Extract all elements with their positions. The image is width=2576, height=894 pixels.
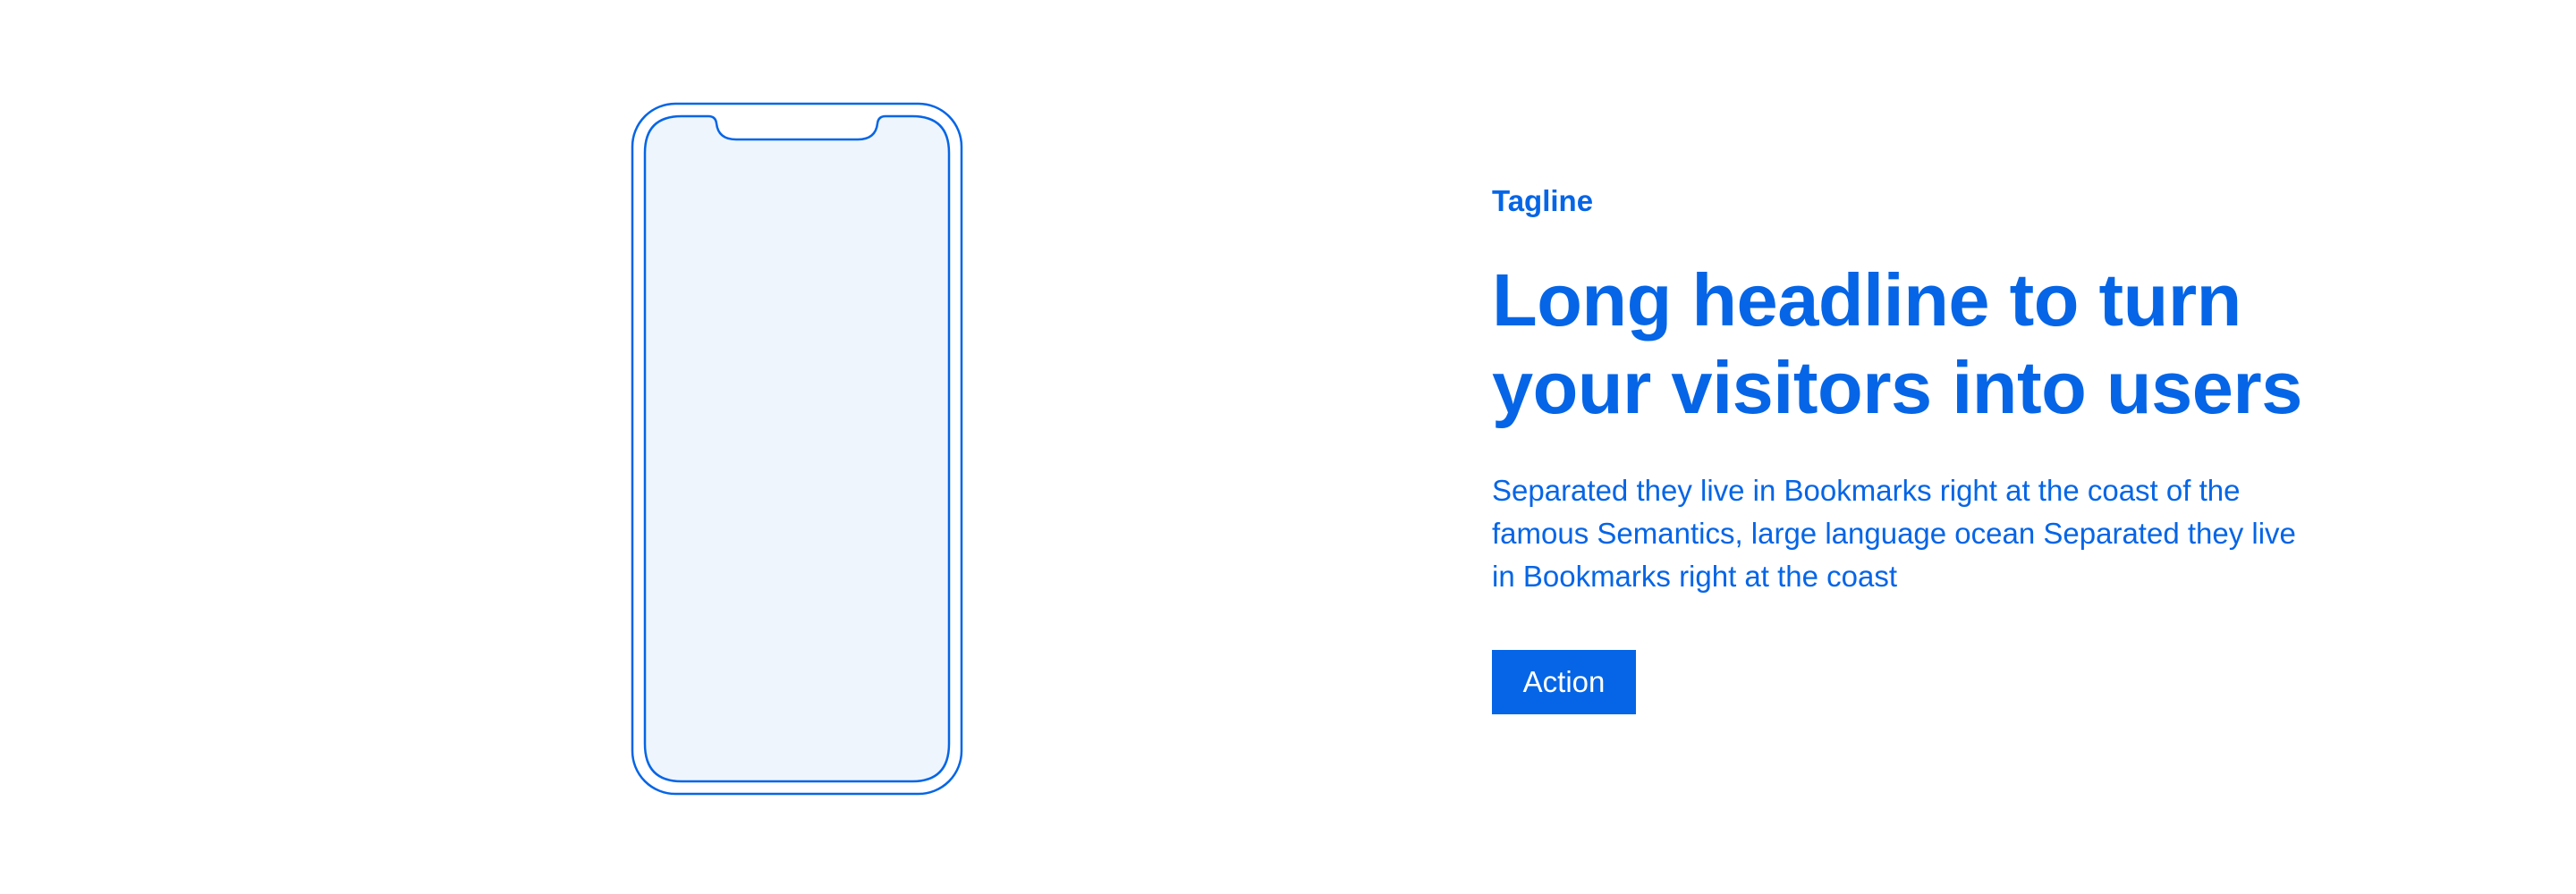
action-button[interactable]: Action [1492,650,1636,714]
headline-line-2: your visitors into users [1492,346,2302,429]
tagline: Tagline [1492,184,1594,217]
phone-mockup-icon [631,102,963,796]
body-copy: Separated they live in Bookmarks right a… [1492,474,2296,593]
phone-outline-icon [631,102,963,796]
hero-content: Tagline Long headline to turn your visit… [1492,183,2333,714]
hero-section: Tagline Long headline to turn your visit… [0,0,2576,894]
headline: Long headline to turn your visitors into… [1492,257,2333,432]
headline-line-1: Long headline to turn [1492,258,2241,342]
